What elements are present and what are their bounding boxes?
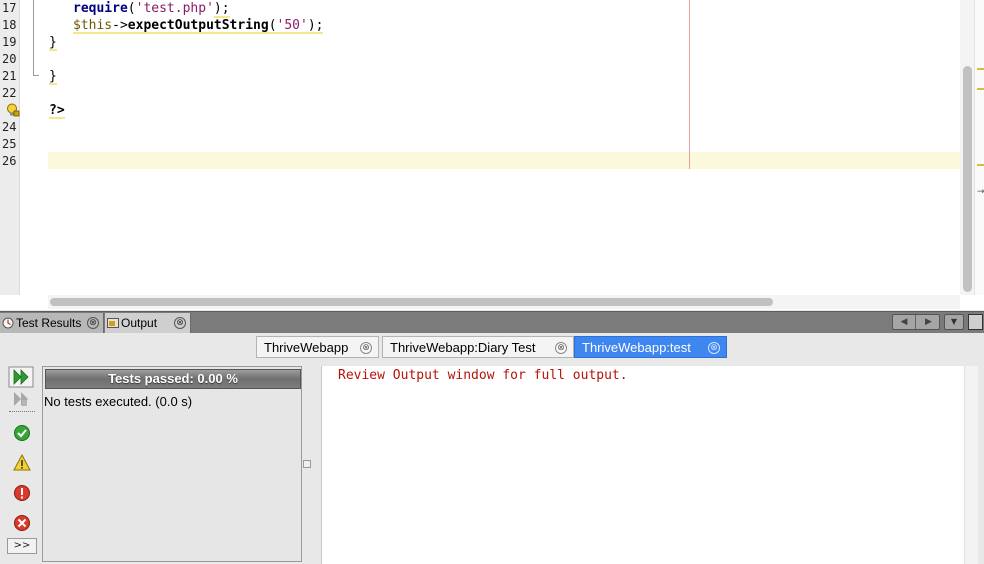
tab-output[interactable]: Output ⊗ <box>105 313 191 333</box>
code-text-area[interactable]: require('test.php'); $this->expectOutput… <box>20 0 960 295</box>
test-results-icon <box>2 317 14 329</box>
tab-navigation-buttons: ◀ ▶ <box>892 314 940 330</box>
warning-stripe-mark[interactable] <box>977 164 984 166</box>
passed-check-icon[interactable] <box>8 422 34 444</box>
code-token: expectOutputString <box>127 18 269 33</box>
output-icon <box>107 318 119 328</box>
close-icon[interactable]: ⊗ <box>708 342 720 354</box>
tests-status-text[interactable]: No tests executed. (0.0 s) <box>43 391 192 413</box>
session-tab[interactable]: ThriveWebapp ⊗ <box>256 336 379 358</box>
code-token: ); <box>213 1 230 18</box>
test-results-panel: ThriveWebapp ⊗ ThriveWebapp:Diary Test ⊗… <box>0 334 984 564</box>
session-tab-label: ThriveWebapp <box>264 340 349 355</box>
session-tab-label: ThriveWebapp:Diary Test <box>390 340 536 355</box>
code-token: $this <box>73 18 113 33</box>
code-token: ( <box>127 1 136 16</box>
tests-progress-bar: Tests passed: 0.00 % <box>45 369 301 389</box>
hint-bulb-icon[interactable] <box>6 103 20 117</box>
test-output-area[interactable]: Review Output window for full output. <box>321 366 978 564</box>
line-number: 22 <box>2 86 17 100</box>
code-line-19: } <box>49 35 57 51</box>
rerun-failed-icon[interactable] <box>8 388 34 410</box>
more-tools-button[interactable]: >> <box>7 538 37 554</box>
output-vertical-scrollbar[interactable] <box>964 366 978 564</box>
editor-horizontal-scrollbar[interactable] <box>48 295 960 309</box>
test-results-toolbar: >> <box>7 366 37 558</box>
code-editor[interactable]: 17 18 19 20 21 22 24 25 26 require('test… <box>0 0 984 310</box>
code-line-18: $this->expectOutputString('50'); <box>73 17 324 34</box>
warning-stripe-mark[interactable] <box>977 88 984 90</box>
tab-list-dropdown-icon[interactable]: ▼ <box>944 314 964 330</box>
session-tab-label: ThriveWebapp:test <box>582 340 691 355</box>
line-number: 24 <box>2 120 17 134</box>
warning-icon[interactable] <box>8 452 34 474</box>
tab-test-results[interactable]: Test Results ⊗ <box>0 313 104 333</box>
tab-test-results-label: Test Results <box>16 316 82 330</box>
rerun-icon[interactable] <box>8 366 34 388</box>
failure-icon[interactable] <box>8 482 34 504</box>
maximize-window-icon[interactable] <box>968 314 983 330</box>
code-token: require <box>73 1 128 16</box>
line-number: 21 <box>2 69 17 83</box>
line-number: 25 <box>2 137 17 151</box>
editor-horizontal-scroll-thumb[interactable] <box>50 298 773 306</box>
tab-output-label: Output <box>121 316 158 330</box>
code-token: ( <box>268 18 277 33</box>
splitter-grip-icon[interactable] <box>303 460 311 468</box>
error-stripe[interactable]: → <box>974 0 984 295</box>
line-number: 20 <box>2 52 17 66</box>
line-number: 26 <box>2 154 17 168</box>
code-token: '50' <box>276 18 308 33</box>
code-line-21: } <box>49 69 57 85</box>
caret-position-arrow-icon: → <box>977 187 984 197</box>
line-number: 19 <box>2 35 17 49</box>
panel-splitter[interactable] <box>302 366 312 562</box>
scroll-right-icon[interactable]: ▶ <box>917 315 940 329</box>
code-line-23: ?> <box>49 103 65 119</box>
line-number-gutter: 17 18 19 20 21 22 24 25 26 <box>0 0 20 295</box>
editor-vertical-scroll-thumb[interactable] <box>963 66 972 292</box>
code-line-17: require('test.php'); <box>73 0 230 18</box>
close-icon[interactable]: ⊗ <box>87 317 99 329</box>
code-token: 'test.php' <box>135 1 214 16</box>
code-token: ); <box>307 18 324 33</box>
close-icon[interactable]: ⊗ <box>360 342 372 354</box>
line-number: 17 <box>2 1 17 15</box>
error-icon[interactable] <box>8 512 34 534</box>
close-icon[interactable]: ⊗ <box>555 342 567 354</box>
test-results-tree[interactable]: Tests passed: 0.00 % No tests executed. … <box>42 366 302 562</box>
session-tab[interactable]: ThriveWebapp:Diary Test ⊗ <box>382 336 574 358</box>
close-icon[interactable]: ⊗ <box>174 317 186 329</box>
editor-vertical-scrollbar[interactable] <box>960 0 974 295</box>
session-tab-active[interactable]: ThriveWebapp:test ⊗ <box>574 336 727 358</box>
code-token: -> <box>112 18 128 33</box>
scroll-left-icon[interactable]: ◀ <box>893 315 916 329</box>
toolbar-separator <box>9 411 35 412</box>
output-message: Review Output window for full output. <box>338 368 628 383</box>
warning-stripe-mark[interactable] <box>977 68 984 70</box>
line-number: 18 <box>2 18 17 32</box>
bottom-window-tab-bar: Test Results ⊗ Output ⊗ ◀ ▶ ▼ <box>0 311 984 333</box>
